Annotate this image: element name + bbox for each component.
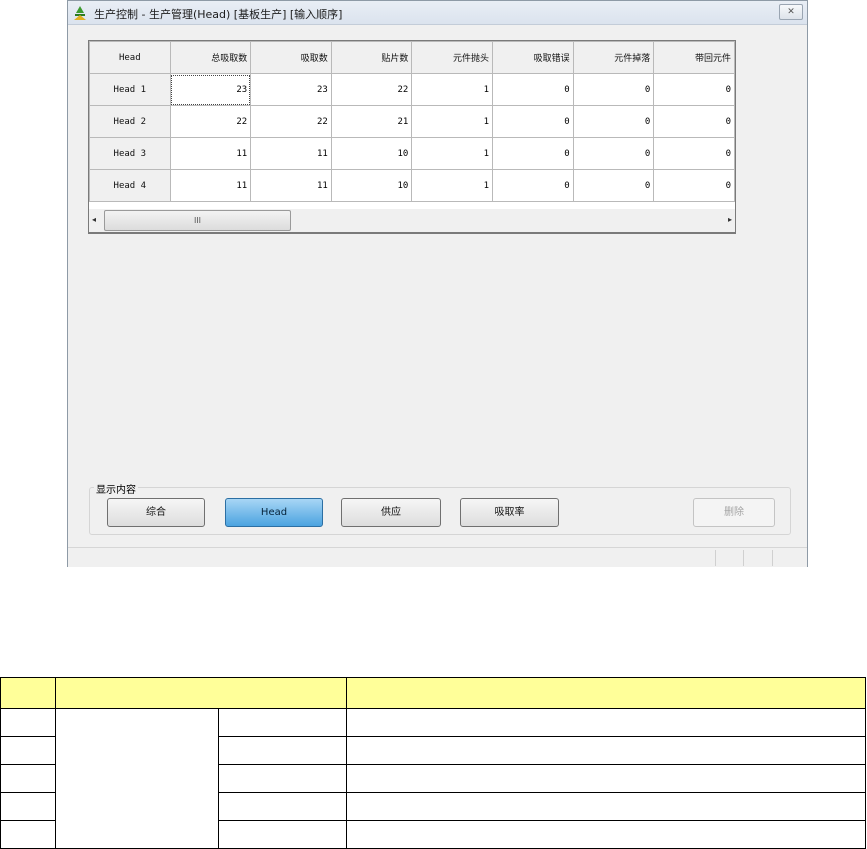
grid-cell[interactable]: 1 bbox=[411, 137, 493, 170]
grid-header-row: Head 总吸取数 吸取数 贴片数 元件抛头 吸取错误 元件掉落 带回元件 bbox=[89, 41, 735, 74]
horizontal-scrollbar[interactable]: ◂ III ▸ bbox=[88, 209, 736, 233]
doc-cell bbox=[218, 708, 347, 737]
doc-cell bbox=[0, 792, 56, 821]
grid-cell[interactable]: 1 bbox=[411, 169, 493, 202]
column-header[interactable]: 贴片数 bbox=[330, 41, 413, 74]
feeder-button[interactable]: 供应 bbox=[341, 498, 441, 527]
doc-header-row bbox=[0, 677, 866, 709]
grid-cell[interactable]: 11 bbox=[169, 137, 252, 170]
title-bar: 生产控制 - 生产管理(Head) [基板生产] [输入顺序] ✕ bbox=[68, 1, 807, 25]
grid-cell[interactable]: 22 bbox=[169, 105, 252, 138]
scroll-right-arrow-icon[interactable]: ▸ bbox=[728, 215, 732, 224]
grid-cell[interactable]: 0 bbox=[492, 137, 574, 170]
window-title: 生产控制 - 生产管理(Head) [基板生产] [输入顺序] bbox=[94, 8, 343, 21]
doc-cell bbox=[0, 764, 56, 793]
grid-cell[interactable]: 23 bbox=[250, 73, 332, 106]
grid-cell[interactable]: 0 bbox=[572, 137, 655, 170]
grid-cell[interactable]: 0 bbox=[492, 169, 574, 202]
display-content-label: 显示内容 bbox=[94, 481, 138, 496]
column-header[interactable]: 总吸取数 bbox=[169, 41, 252, 74]
grid-cell[interactable]: 0 bbox=[572, 105, 655, 138]
doc-cell bbox=[0, 736, 56, 765]
grid-cell[interactable]: 10 bbox=[330, 169, 413, 202]
grid-cell[interactable]: 22 bbox=[250, 105, 332, 138]
grid-cell[interactable]: 0 bbox=[492, 105, 574, 138]
column-header[interactable]: 元件掉落 bbox=[572, 41, 655, 74]
row-header[interactable]: Head 2 bbox=[89, 105, 171, 138]
doc-merged-cell bbox=[55, 708, 219, 849]
doc-cell bbox=[218, 792, 347, 821]
status-bar bbox=[68, 547, 807, 567]
delete-button[interactable]: 删除 bbox=[693, 498, 775, 527]
doc-cell bbox=[218, 736, 347, 765]
grid-cell[interactable]: 0 bbox=[572, 73, 655, 106]
row-header[interactable]: Head 3 bbox=[89, 137, 171, 170]
status-pane bbox=[772, 550, 773, 566]
grid-cell[interactable]: 0 bbox=[653, 73, 735, 106]
row-header[interactable]: Head 1 bbox=[89, 73, 171, 106]
status-pane bbox=[715, 550, 716, 566]
grid-cell[interactable]: 11 bbox=[250, 169, 332, 202]
grid-cell[interactable]: 11 bbox=[169, 169, 252, 202]
doc-cell bbox=[346, 708, 866, 737]
grid-cell[interactable]: 21 bbox=[330, 105, 413, 138]
display-content-group: 显示内容 综合 Head 供应 吸取率 删除 bbox=[89, 481, 791, 535]
head-stats-grid[interactable]: Head 总吸取数 吸取数 贴片数 元件抛头 吸取错误 元件掉落 带回元件 Head 1 23… bbox=[88, 40, 736, 234]
document-table bbox=[0, 677, 866, 849]
table-row[interactable]: Head 1 23 23 22 1 0 0 0 bbox=[89, 73, 735, 106]
doc-cell bbox=[346, 764, 866, 793]
table-row[interactable]: Head 2 22 22 21 1 0 0 0 bbox=[89, 105, 735, 138]
doc-cell bbox=[346, 792, 866, 821]
doc-cell bbox=[346, 820, 866, 849]
doc-cell bbox=[0, 820, 56, 849]
doc-cell bbox=[218, 764, 347, 793]
production-control-window: 生产控制 - 生产管理(Head) [基板生产] [输入顺序] ✕ Head 总… bbox=[67, 0, 808, 567]
client-area: Head 总吸取数 吸取数 贴片数 元件抛头 吸取错误 元件掉落 带回元件 Head 1 23… bbox=[68, 26, 807, 546]
grid-cell[interactable]: 10 bbox=[330, 137, 413, 170]
grid-cell[interactable]: 0 bbox=[572, 169, 655, 202]
doc-header-cell bbox=[346, 677, 866, 709]
column-header[interactable]: 吸取错误 bbox=[492, 41, 574, 74]
pickup-rate-button[interactable]: 吸取率 bbox=[460, 498, 559, 527]
grid-cell[interactable]: 0 bbox=[653, 169, 735, 202]
column-header[interactable]: 带回元件 bbox=[653, 41, 735, 74]
table-row[interactable]: Head 4 11 11 10 1 0 0 0 bbox=[89, 169, 735, 202]
column-header[interactable]: 元件抛头 bbox=[411, 41, 493, 74]
corner-header: Head bbox=[89, 41, 171, 74]
grid-cell[interactable]: 22 bbox=[330, 73, 413, 106]
grid-cell[interactable]: 0 bbox=[492, 73, 574, 106]
doc-cell bbox=[218, 820, 347, 849]
grid-cell[interactable]: 1 bbox=[411, 73, 493, 106]
app-icon bbox=[74, 6, 86, 20]
head-button[interactable]: Head bbox=[225, 498, 323, 527]
doc-cell bbox=[0, 708, 56, 737]
grid-cell[interactable]: 11 bbox=[250, 137, 332, 170]
column-header[interactable]: 吸取数 bbox=[250, 41, 332, 74]
scroll-thumb[interactable]: III bbox=[104, 210, 291, 231]
row-header[interactable]: Head 4 bbox=[89, 169, 171, 202]
doc-header-cell bbox=[0, 677, 56, 709]
table-row[interactable]: Head 3 11 11 10 1 0 0 0 bbox=[89, 137, 735, 170]
status-pane bbox=[743, 550, 744, 566]
doc-header-cell bbox=[55, 677, 347, 709]
grid-cell[interactable]: 1 bbox=[411, 105, 493, 138]
scroll-left-arrow-icon[interactable]: ◂ bbox=[92, 215, 96, 224]
grid-table: Head 总吸取数 吸取数 贴片数 元件抛头 吸取错误 元件掉落 带回元件 Head 1 23… bbox=[89, 41, 735, 202]
doc-row bbox=[0, 708, 866, 849]
grid-cell[interactable]: 0 bbox=[653, 137, 735, 170]
summary-button[interactable]: 综合 bbox=[107, 498, 205, 527]
close-button[interactable]: ✕ bbox=[779, 4, 803, 20]
grid-cell[interactable]: 0 bbox=[653, 105, 735, 138]
doc-cell bbox=[346, 736, 866, 765]
grid-cell[interactable]: 23 bbox=[169, 73, 252, 106]
